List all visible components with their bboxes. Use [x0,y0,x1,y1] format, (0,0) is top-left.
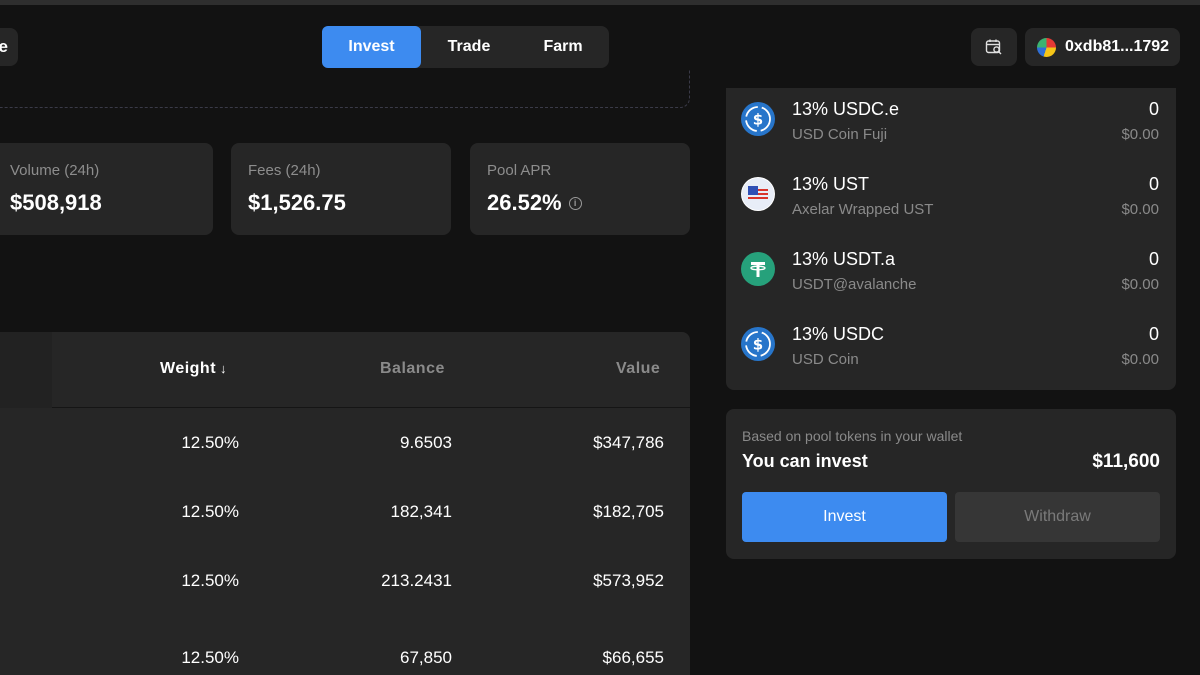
token-name: 13% UST [792,174,870,194]
column-header-value[interactable]: Value [616,360,660,378]
token-fullname: USD Coin [792,351,859,368]
stat-apr: Pool APR 26.52% i [470,143,690,235]
cell-value: $66,655 [602,648,664,667]
calendar-search-icon [985,39,1002,55]
svg-text:$: $ [753,336,763,354]
table-header: Weight ↓ Balance Value [0,332,690,408]
token-usd-value: $0.00 [1121,351,1159,368]
stat-fees-label: Fees (24h) [248,162,321,179]
cell-weight: 12.50% [181,648,239,667]
token-usd-value: $0.00 [1121,126,1159,143]
wallet-avatar [1037,37,1056,57]
activity-button[interactable] [971,28,1017,66]
cell-weight: 12.50% [181,433,239,452]
invest-card: Based on pool tokens in your wallet You … [726,409,1176,559]
stat-apr-amount: 26.52% [487,190,562,215]
info-icon[interactable]: i [568,196,582,210]
token-usd-value: $0.00 [1121,201,1159,218]
cell-weight: 12.50% [181,502,239,521]
invest-card-subtitle: Based on pool tokens in your wallet [742,428,963,444]
left-nav-button[interactable]: e [0,28,18,66]
tab-farm[interactable]: Farm [517,26,609,68]
stat-volume-label: Volume (24h) [10,162,100,179]
cell-weight: 12.50% [181,571,239,590]
stat-apr-label: Pool APR [487,162,552,179]
cell-balance: 182,341 [390,502,452,521]
token-amount: 0 [1148,324,1159,344]
pool-header-card [0,70,690,108]
stat-fees: Fees (24h) $1,526.75 [231,143,451,235]
token-usd-value: $0.00 [1121,276,1159,293]
token-fullname: USDT@avalanche [792,276,917,293]
pool-composition-table: Weight ↓ Balance Value 12.50% 9.6503 $347… [0,332,690,675]
column-header-weight-label: Weight [160,360,217,377]
cell-balance: 213.2431 [381,571,452,590]
token-name: 13% USDC [792,324,885,344]
sort-arrow-down-icon: ↓ [220,361,228,376]
token-amount: 0 [1148,249,1159,269]
left-nav-button-label: e [0,37,8,56]
usdc-icon: $ [741,102,775,136]
stat-volume-value: $508,918 [10,190,196,216]
invest-card-amount: $11,600 [1092,451,1160,472]
usdc-icon: $ [741,327,775,361]
cell-value: $182,705 [593,502,664,521]
cell-value: $347,786 [593,433,664,452]
list-item[interactable]: $ 13% USDC USD Coin 0 $0.00 [726,324,1176,384]
token-fullname: USD Coin Fuji [792,126,888,143]
invest-card-title: You can invest [742,451,868,471]
my-pool-balance-list: $ 13% USDC.e USD Coin Fuji 0 $0.00 13% U… [726,88,1176,390]
table-header-token-column [0,332,52,408]
stat-fees-value: $1,526.75 [248,190,434,216]
svg-text:$: $ [753,111,763,129]
cell-balance: 67,850 [400,648,452,667]
token-fullname: Axelar Wrapped UST [792,201,934,218]
tether-icon [741,252,775,286]
stat-volume-amount: $508,918 [10,190,102,215]
main-nav: Invest Trade Farm [322,26,609,68]
stat-apr-value: 26.52% i [487,190,673,216]
stat-fees-amount: $1,526.75 [248,190,346,215]
list-item[interactable]: 13% USDT.a USDT@avalanche 0 $0.00 [726,249,1176,309]
column-header-balance[interactable]: Balance [380,360,445,378]
token-name: 13% USDC.e [792,99,900,119]
invest-button[interactable]: Invest [742,492,947,542]
tab-invest[interactable]: Invest [322,26,421,68]
cell-balance: 9.6503 [400,433,452,452]
list-item[interactable]: $ 13% USDC.e USD Coin Fuji 0 $0.00 [726,99,1176,159]
ust-icon [741,177,775,211]
token-name: 13% USDT.a [792,249,896,269]
stat-volume: Volume (24h) $508,918 [0,143,213,235]
wallet-address: 0xdb81...1792 [1065,38,1170,55]
withdraw-button[interactable]: Withdraw [955,492,1160,542]
token-amount: 0 [1148,99,1159,119]
wallet-button[interactable]: 0xdb81...1792 [1025,28,1180,66]
token-amount: 0 [1148,174,1159,194]
list-item[interactable]: 13% UST Axelar Wrapped UST 0 $0.00 [726,174,1176,234]
tab-trade[interactable]: Trade [421,26,517,68]
cell-value: $573,952 [593,571,664,590]
top-edge-bar [0,0,1200,5]
column-header-weight[interactable]: Weight ↓ [160,360,227,378]
